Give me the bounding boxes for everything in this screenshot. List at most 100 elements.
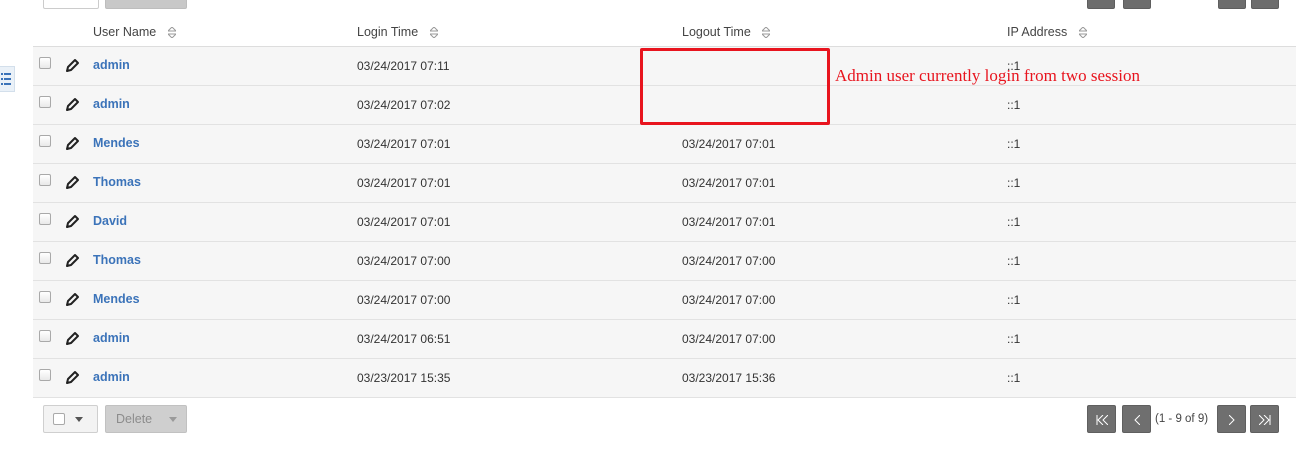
login-time-cell: 03/24/2017 07:00 bbox=[357, 293, 451, 307]
logout-time-cell: 03/24/2017 07:00 bbox=[682, 293, 776, 307]
chevron-down-icon bbox=[75, 417, 83, 422]
logout-time-cell: 03/24/2017 07:01 bbox=[682, 176, 776, 190]
edit-button[interactable] bbox=[64, 253, 80, 272]
sort-arrows-icon bbox=[429, 27, 438, 39]
top-first-page-button[interactable] bbox=[1087, 0, 1115, 9]
table-row: David 03/24/2017 07:01 03/24/2017 07:01::1 bbox=[33, 203, 1296, 242]
top-next-page-button[interactable] bbox=[1218, 0, 1246, 9]
row-checkbox[interactable] bbox=[39, 252, 51, 264]
user-name-link[interactable]: Mendes bbox=[93, 136, 140, 150]
row-checkbox[interactable] bbox=[39, 174, 51, 186]
annotation-note: Admin user currently login from two sess… bbox=[835, 66, 1141, 85]
chevron-down-icon bbox=[169, 417, 177, 422]
select-all-checkbox[interactable] bbox=[53, 413, 65, 425]
header-user-name[interactable]: User Name bbox=[93, 25, 176, 39]
prev-page-icon bbox=[1133, 414, 1140, 426]
edit-button[interactable] bbox=[64, 175, 80, 194]
table-row: Mendes 03/24/2017 07:01 03/24/2017 07:01::… bbox=[33, 125, 1296, 164]
login-time-cell: 03/24/2017 07:01 bbox=[357, 176, 451, 190]
pencil-icon bbox=[66, 215, 79, 228]
edit-button[interactable] bbox=[64, 214, 80, 233]
user-name-link[interactable]: Mendes bbox=[93, 292, 140, 306]
row-checkbox[interactable] bbox=[39, 135, 51, 147]
pencil-icon bbox=[66, 59, 79, 72]
first-page-button[interactable] bbox=[1087, 405, 1116, 433]
prev-page-button[interactable] bbox=[1122, 405, 1151, 433]
top-select-control[interactable] bbox=[43, 0, 99, 9]
annotation-highlight-box bbox=[640, 48, 830, 125]
user-name-link[interactable]: David bbox=[93, 214, 127, 228]
edit-button[interactable] bbox=[64, 331, 80, 350]
user-name-link[interactable]: Thomas bbox=[93, 175, 141, 189]
user-name-link[interactable]: admin bbox=[93, 58, 130, 72]
user-name-link[interactable]: admin bbox=[93, 97, 130, 111]
pencil-icon bbox=[66, 293, 79, 306]
delete-button-label: Delete bbox=[116, 412, 153, 426]
logout-time-cell: 03/23/2017 15:36 bbox=[682, 371, 776, 385]
table-row: Mendes 03/24/2017 07:00 03/24/2017 07:00::… bbox=[33, 281, 1296, 320]
login-time-cell: 03/24/2017 07:02 bbox=[357, 98, 451, 112]
next-page-button[interactable] bbox=[1217, 405, 1246, 433]
table-row: Thomas 03/24/2017 07:01 03/24/2017 07:01::… bbox=[33, 164, 1296, 203]
header-login-time-label: Login Time bbox=[357, 25, 419, 39]
pencil-icon bbox=[66, 98, 79, 111]
pencil-icon bbox=[66, 332, 79, 345]
header-login-time[interactable]: Login Time bbox=[357, 25, 438, 39]
ip-address-cell: ::1 bbox=[1007, 332, 1021, 346]
login-time-cell: 03/23/2017 15:35 bbox=[357, 371, 451, 385]
bulk-select-dropdown[interactable] bbox=[43, 405, 98, 433]
top-prev-page-button[interactable] bbox=[1123, 0, 1151, 9]
edit-button[interactable] bbox=[64, 58, 80, 77]
user-name-link[interactable]: admin bbox=[93, 331, 130, 345]
logout-time-cell: 03/24/2017 07:01 bbox=[682, 215, 776, 229]
login-time-cell: 03/24/2017 07:11 bbox=[357, 59, 450, 73]
last-page-button[interactable] bbox=[1250, 405, 1279, 433]
top-last-page-button[interactable] bbox=[1251, 0, 1279, 9]
ip-address-cell: ::1 bbox=[1007, 293, 1021, 307]
header-ip-address[interactable]: IP Address bbox=[1007, 25, 1087, 39]
table-footer-bar: Delete (1 - 9 of 9) bbox=[33, 397, 1296, 443]
user-name-link[interactable]: admin bbox=[93, 370, 130, 384]
sort-arrows-icon bbox=[167, 27, 176, 39]
header-user-name-label: User Name bbox=[93, 25, 157, 39]
pencil-icon bbox=[66, 137, 79, 150]
delete-button[interactable]: Delete bbox=[105, 405, 187, 433]
edit-button[interactable] bbox=[64, 292, 80, 311]
row-checkbox[interactable] bbox=[39, 330, 51, 342]
row-checkbox[interactable] bbox=[39, 213, 51, 225]
logout-time-cell: 03/24/2017 07:00 bbox=[682, 332, 776, 346]
pagination-info: (1 - 9 of 9) bbox=[1155, 413, 1209, 425]
edit-button[interactable] bbox=[64, 370, 80, 389]
ip-address-cell: ::1 bbox=[1007, 176, 1021, 190]
next-page-icon bbox=[1228, 414, 1235, 426]
row-checkbox[interactable] bbox=[39, 57, 51, 69]
login-time-cell: 03/24/2017 07:01 bbox=[357, 137, 451, 151]
login-time-cell: 03/24/2017 07:01 bbox=[357, 215, 451, 229]
login-time-cell: 03/24/2017 06:51 bbox=[357, 332, 451, 346]
row-checkbox[interactable] bbox=[39, 96, 51, 108]
last-page-icon bbox=[1258, 414, 1270, 426]
logout-time-cell: 03/24/2017 07:00 bbox=[682, 254, 776, 268]
logout-time-cell: 03/24/2017 07:01 bbox=[682, 137, 776, 151]
user-name-link[interactable]: Thomas bbox=[93, 253, 141, 267]
header-logout-time-label: Logout Time bbox=[682, 25, 751, 39]
pencil-icon bbox=[66, 176, 79, 189]
first-page-icon bbox=[1096, 414, 1108, 426]
ip-address-cell: ::1 bbox=[1007, 98, 1021, 112]
row-checkbox[interactable] bbox=[39, 369, 51, 381]
table-row: admin 03/24/2017 06:51 03/24/2017 07:00::1 bbox=[33, 320, 1296, 359]
row-checkbox[interactable] bbox=[39, 291, 51, 303]
sort-arrows-icon bbox=[762, 27, 771, 39]
table-row: Thomas 03/24/2017 07:00 03/24/2017 07:00::… bbox=[33, 242, 1296, 281]
header-logout-time[interactable]: Logout Time bbox=[682, 25, 771, 39]
sort-arrows-icon bbox=[1078, 27, 1087, 39]
edit-button[interactable] bbox=[64, 97, 80, 116]
login-time-cell: 03/24/2017 07:00 bbox=[357, 254, 451, 268]
edit-button[interactable] bbox=[64, 136, 80, 155]
pencil-icon bbox=[66, 254, 79, 267]
side-menu-toggle[interactable] bbox=[0, 66, 15, 92]
top-delete-button[interactable] bbox=[105, 0, 187, 9]
ip-address-cell: ::1 bbox=[1007, 371, 1021, 385]
ip-address-cell: ::1 bbox=[1007, 254, 1021, 268]
ip-address-cell: ::1 bbox=[1007, 137, 1021, 151]
